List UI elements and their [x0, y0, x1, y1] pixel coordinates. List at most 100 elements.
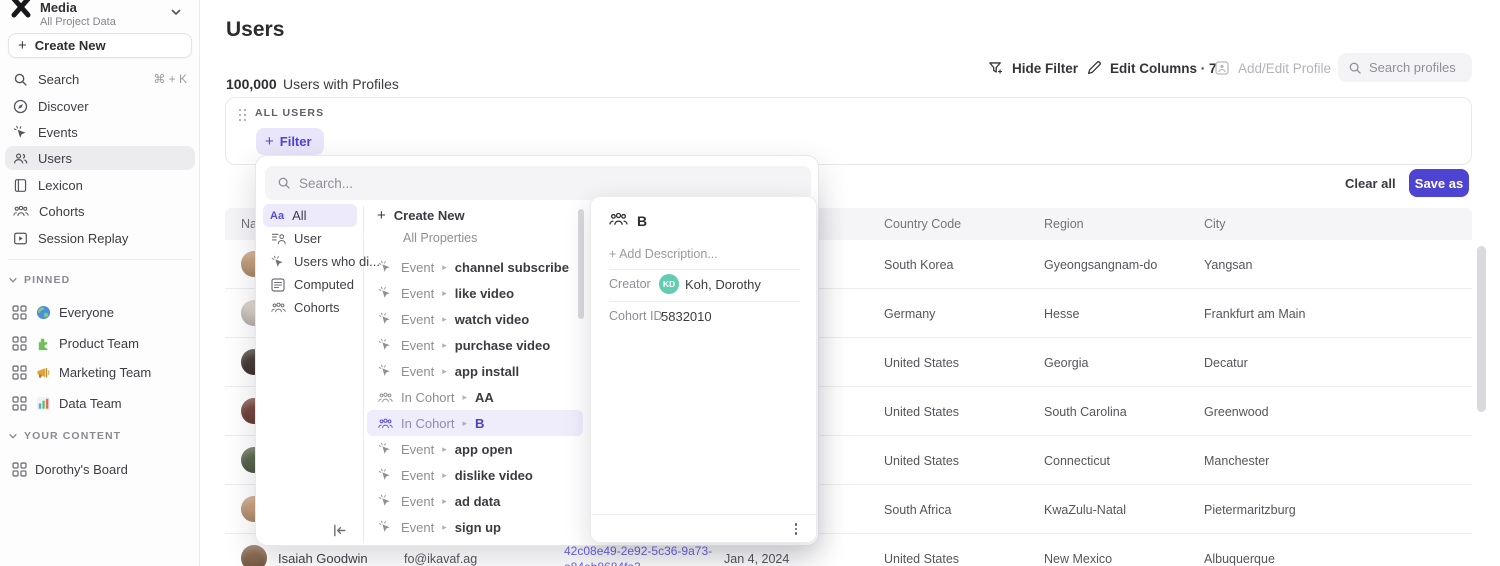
item-prefix: Event [401, 442, 434, 457]
category-computed[interactable]: Computed [263, 273, 357, 296]
globe-icon [35, 304, 51, 320]
search-icon [13, 72, 28, 87]
add-edit-profile-label: Add/Edit Profile [1238, 61, 1331, 76]
search-shortcut: ⌘ + K [153, 72, 187, 86]
save-as-button[interactable]: Save as [1409, 169, 1469, 197]
category-user[interactable]: User [263, 227, 357, 250]
category-all[interactable]: Aa All [263, 204, 357, 227]
cohort-item-b[interactable]: In Cohort▸B [367, 410, 583, 436]
table-scrollbar-thumb[interactable] [1477, 246, 1486, 412]
clear-all-button[interactable]: Clear all [1345, 176, 1396, 191]
users-with-profiles-selector[interactable]: Users with Profiles [283, 76, 399, 92]
avatar [241, 545, 267, 566]
item-name: AA [475, 390, 494, 405]
property-item-sign-up[interactable]: Event▸sign up [367, 514, 583, 540]
dropdown-scrollbar-thumb[interactable] [578, 209, 584, 319]
user-count: 100,000 [226, 76, 277, 92]
category-users-who-did[interactable]: Users who di... [263, 250, 357, 273]
board-grid-icon [12, 462, 27, 477]
add-filter-button[interactable]: Filter [256, 128, 324, 155]
sidebar-item-lexicon[interactable]: Lexicon [5, 173, 195, 197]
app-window: Media All Project Data Create New Search… [0, 0, 1500, 566]
sidebar-item-discover[interactable]: Discover [5, 94, 195, 118]
sidebar-board-dorothys-board[interactable]: Dorothy's Board [5, 456, 195, 482]
property-item-channel-subscribe[interactable]: Event▸channel subscribe [367, 254, 583, 280]
item-prefix: In Cohort [401, 390, 454, 405]
cohort-title: B [637, 213, 647, 229]
sidebar-item-users[interactable]: Users [5, 146, 195, 170]
add-description-button[interactable]: + Add Description... [609, 247, 718, 261]
property-item-like-video[interactable]: Event▸like video [367, 280, 583, 306]
property-item-app-install[interactable]: Event▸app install [367, 358, 583, 384]
profiles-search-input[interactable] [1369, 60, 1462, 75]
column-header-country-code[interactable]: Country Code [884, 208, 961, 240]
sidebar-item-cohorts[interactable]: Cohorts [5, 199, 195, 223]
arrow-right-icon: ▸ [462, 418, 467, 429]
sidebar-item-session-replay[interactable]: Session Replay [5, 226, 195, 250]
property-item-purchase-video[interactable]: Event▸purchase video [367, 332, 583, 358]
board-label: Product Team [59, 336, 139, 351]
bar-chart-icon [35, 395, 51, 411]
create-new-button[interactable]: Create New [8, 33, 192, 58]
sidebar-board-marketing-team[interactable]: Marketing Team [5, 359, 195, 385]
cell-country: United States [884, 534, 959, 566]
edit-columns-button[interactable]: Edit Columns · 7 [1086, 58, 1217, 78]
your-content-section-header[interactable]: YOUR CONTENT [8, 430, 121, 442]
property-item-app-open[interactable]: Event▸app open [367, 436, 583, 462]
column-header-city[interactable]: City [1204, 208, 1226, 240]
text-type-icon: Aa [270, 210, 284, 222]
search-icon [1348, 61, 1362, 75]
event-spark-icon [377, 442, 393, 456]
cell-country: United States [884, 387, 959, 436]
column-header-region[interactable]: Region [1044, 208, 1084, 240]
item-name: app install [455, 364, 519, 379]
sidebar: Media All Project Data Create New Search… [0, 0, 200, 566]
cell-region: Hesse [1044, 289, 1079, 338]
category-label: User [294, 231, 321, 246]
dropdown-search-input[interactable] [299, 176, 799, 191]
sidebar-item-events[interactable]: Events [5, 120, 195, 144]
item-name: ad data [455, 494, 501, 509]
event-spark-icon [377, 312, 393, 326]
sidebar-item-label: Lexicon [38, 178, 187, 193]
cohort-preview-card: B + Add Description... Creator KD Koh, D… [590, 196, 817, 543]
event-spark-icon [377, 338, 393, 352]
board-label: Dorothy's Board [35, 462, 128, 477]
funnel-icon [988, 60, 1004, 76]
sidebar-board-everyone[interactable]: Everyone [5, 299, 195, 325]
workspace-chevron-down-icon[interactable] [170, 6, 182, 18]
creator-label: Creator [609, 277, 651, 291]
arrow-right-icon: ▸ [442, 288, 447, 299]
sidebar-item-search[interactable]: Search ⌘ + K [5, 67, 195, 91]
collapse-panel-icon[interactable] [332, 523, 348, 539]
add-edit-profile-button[interactable]: Add/Edit Profile [1214, 58, 1331, 78]
pinned-section-header[interactable]: PINNED [8, 274, 70, 286]
board-grid-icon [12, 305, 27, 320]
hide-filter-button[interactable]: Hide Filter [988, 58, 1078, 78]
property-item-ad-data[interactable]: Event▸ad data [367, 488, 583, 514]
cohort-item-aa[interactable]: In Cohort▸AA [367, 384, 583, 410]
board-grid-icon [12, 396, 27, 411]
cell-region: New Mexico [1044, 534, 1112, 566]
drag-handle-icon[interactable] [239, 109, 247, 122]
cell-city: Yangsan [1204, 240, 1252, 289]
item-prefix: Event [401, 260, 434, 275]
sidebar-board-data-team[interactable]: Data Team [5, 390, 195, 416]
property-item-dislike-video[interactable]: Event▸dislike video [367, 462, 583, 488]
cohort-id-label: Cohort ID [609, 309, 663, 323]
dropdown-create-new[interactable]: Create New [367, 202, 583, 228]
item-name: dislike video [455, 468, 533, 483]
more-options-icon[interactable] [788, 521, 804, 537]
event-spark-icon [377, 468, 393, 482]
card-divider [609, 301, 800, 302]
cell-country: United States [884, 338, 959, 387]
cell-region: Georgia [1044, 338, 1088, 387]
user-properties-icon [270, 232, 286, 245]
arrow-right-icon: ▸ [442, 470, 447, 481]
plus-icon [18, 37, 27, 54]
sidebar-board-product-team[interactable]: Product Team [5, 330, 195, 356]
plus-icon [265, 133, 274, 150]
category-cohorts[interactable]: Cohorts [263, 296, 357, 319]
cohorts-icon [609, 212, 628, 226]
property-item-watch-video[interactable]: Event▸watch video [367, 306, 583, 332]
